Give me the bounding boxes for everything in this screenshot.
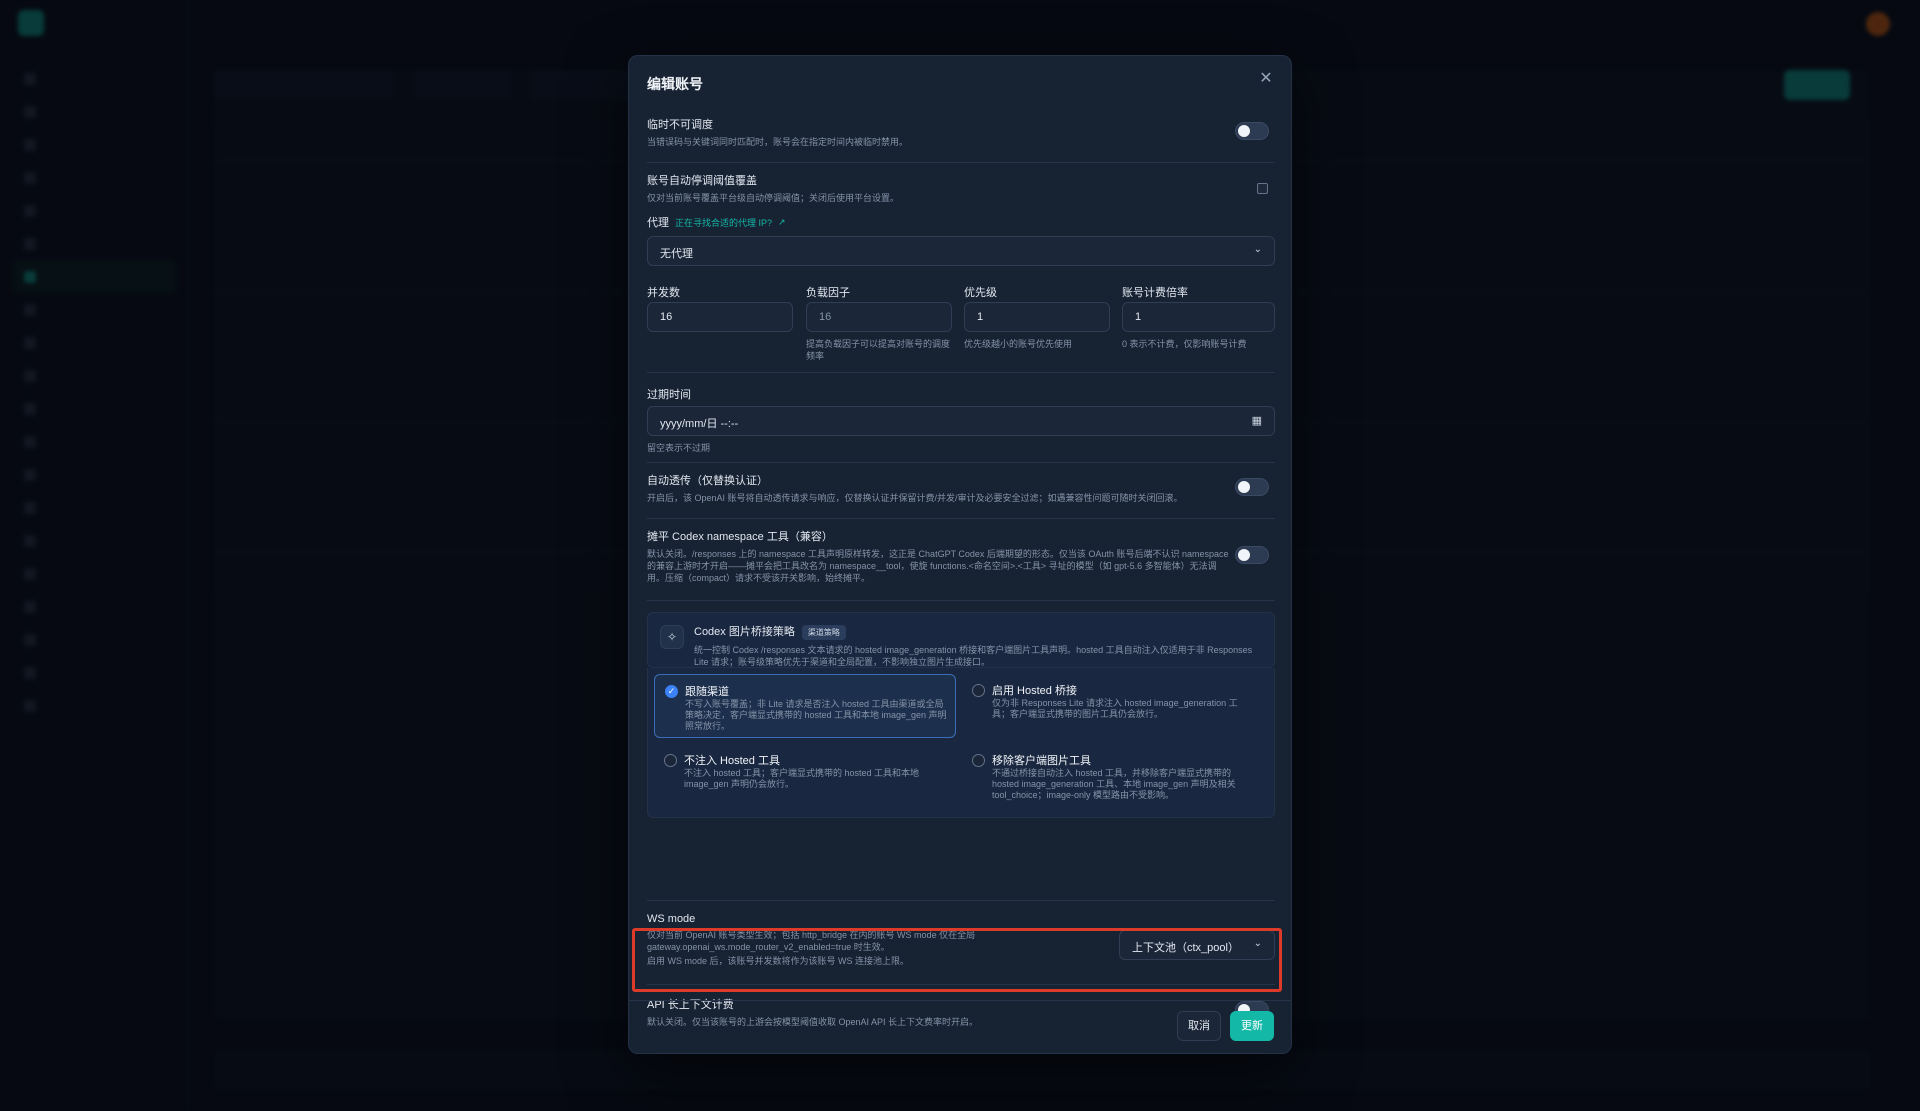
update-button[interactable]: 更新 [1230, 1011, 1274, 1041]
channel-strategy-badge: 渠道策略 [801, 625, 846, 640]
temp-unschedulable-hint: 当错误码与关键词同时匹配时，账号会在指定时间内被临时禁用。 [647, 137, 909, 147]
proxy-select[interactable]: 无代理 ⌄ [647, 236, 1275, 266]
codex-namespace-hint: 默认关闭。/responses 上的 namespace 工具声明原样转发，这正… [647, 549, 1229, 583]
api-long-context-hint: 默认关闭。仅当该账号的上游会按模型阈值收取 OpenAI API 长上下文费率时… [647, 1017, 979, 1027]
auto-pause-label: 账号自动停调阈值覆盖 [647, 175, 757, 187]
codex-namespace-toggle[interactable] [1235, 546, 1269, 564]
priority-label: 优先级 [964, 287, 997, 299]
edit-account-modal: 编辑账号 ✕ 临时不可调度 当错误码与关键词同时匹配时，账号会在指定时间内被临时… [628, 55, 1292, 1054]
auto-passthrough-hint: 开启后，该 OpenAI 账号将自动透传请求与响应，仅替换认证并保留计费/并发/… [647, 493, 1183, 503]
concurrency-label: 并发数 [647, 287, 680, 299]
api-long-context-label: API 长上下文计费 [647, 999, 734, 1011]
radio-button[interactable] [664, 754, 677, 767]
load-factor-hint: 提高负载因子可以提高对账号的调度频率 [806, 339, 951, 361]
priority-hint: 优先级越小的账号优先使用 [964, 339, 1073, 349]
radio-button[interactable] [972, 754, 985, 767]
image-bridge-title: Codex 图片桥接策略 [694, 626, 795, 638]
expiry-hint: 留空表示不过期 [647, 443, 711, 453]
divider [647, 372, 1275, 373]
load-factor-label: 负载因子 [806, 287, 850, 299]
modal-title: 编辑账号 [647, 76, 703, 92]
divider [647, 900, 1275, 901]
billing-rate-hint: 0 表示不计费，仅影响账号计费 [1122, 339, 1247, 349]
option-desc: 仅为非 Responses Lite 请求注入 hosted image_gen… [992, 698, 1238, 719]
proxy-help-link[interactable]: 正在寻找合适的代理 IP? [675, 216, 772, 229]
auto-pause-checkbox[interactable] [1257, 183, 1268, 194]
divider [647, 600, 1275, 601]
billing-rate-input[interactable]: 1 [1122, 302, 1275, 332]
chevron-down-icon: ⌄ [1253, 244, 1262, 255]
option-enable-hosted-bridge[interactable]: 启用 Hosted 桥接 仅为非 Responses Lite 请求注入 hos… [962, 674, 1264, 738]
divider [647, 462, 1275, 463]
image-bridge-desc: 统一控制 Codex /responses 文本请求的 hosted image… [694, 645, 1253, 667]
option-title: 启用 Hosted 桥接 [992, 685, 1077, 697]
auto-passthrough-label: 自动透传（仅替换认证） [647, 475, 768, 487]
option-desc: 不注入 hosted 工具；客户端显式携带的 hosted 工具和本地 imag… [684, 768, 920, 789]
option-follow-channel[interactable]: ✓ 跟随渠道 不写入账号覆盖；非 Lite 请求是否注入 hosted 工具由渠… [654, 674, 956, 738]
footer-divider [629, 1000, 1291, 1001]
option-no-hosted-tool[interactable]: 不注入 Hosted 工具 不注入 hosted 工具；客户端显式携带的 hos… [654, 744, 956, 808]
calendar-icon[interactable]: ▦ [1252, 414, 1262, 427]
sparkle-icon: ✧ [660, 625, 684, 649]
proxy-label: 代理 [647, 217, 669, 229]
billing-rate-label: 账号计费倍率 [1122, 287, 1188, 299]
ws-mode-label: WS mode [647, 913, 696, 925]
auto-pause-hint: 仅对当前账号覆盖平台级自动停调阈值；关闭后使用平台设置。 [647, 193, 900, 203]
expiry-placeholder: yyyy/mm/日 --:-- [660, 418, 739, 430]
close-icon[interactable]: ✕ [1259, 71, 1273, 87]
auto-passthrough-toggle[interactable] [1235, 478, 1269, 496]
proxy-select-value: 无代理 [660, 248, 693, 260]
radio-button[interactable] [972, 684, 985, 697]
divider [647, 518, 1275, 519]
image-bridge-options: ✓ 跟随渠道 不写入账号覆盖；非 Lite 请求是否注入 hosted 工具由渠… [647, 668, 1275, 818]
option-desc: 不写入账号覆盖；非 Lite 请求是否注入 hosted 工具由渠道或全局策略决… [685, 699, 947, 731]
load-factor-input[interactable]: 16 [806, 302, 952, 332]
expiry-label: 过期时间 [647, 389, 691, 401]
modal-header: 编辑账号 ✕ [629, 56, 1291, 106]
codex-namespace-label: 摊平 Codex namespace 工具（兼容） [647, 531, 833, 543]
priority-input[interactable]: 1 [964, 302, 1110, 332]
option-remove-client-image-tool[interactable]: 移除客户端图片工具 不通过桥接自动注入 hosted 工具，并移除客户端显式携带… [962, 744, 1264, 808]
temp-unschedulable-toggle[interactable] [1235, 122, 1269, 140]
option-title: 不注入 Hosted 工具 [684, 755, 780, 767]
divider [647, 162, 1275, 163]
check-icon[interactable]: ✓ [665, 685, 678, 698]
external-link-icon: ↗ [778, 216, 786, 227]
highlight-box [632, 928, 1282, 992]
temp-unschedulable-label: 临时不可调度 [647, 119, 713, 131]
option-title: 跟随渠道 [685, 686, 729, 698]
option-title: 移除客户端图片工具 [992, 755, 1091, 767]
expiry-input[interactable]: yyyy/mm/日 --:-- ▦ [647, 406, 1275, 436]
cancel-button[interactable]: 取消 [1177, 1011, 1221, 1041]
concurrency-input[interactable]: 16 [647, 302, 793, 332]
option-desc: 不通过桥接自动注入 hosted 工具，并移除客户端显式携带的 hosted i… [992, 768, 1236, 800]
image-bridge-header: ✧ Codex 图片桥接策略 渠道策略 统一控制 Codex /response… [647, 612, 1275, 668]
